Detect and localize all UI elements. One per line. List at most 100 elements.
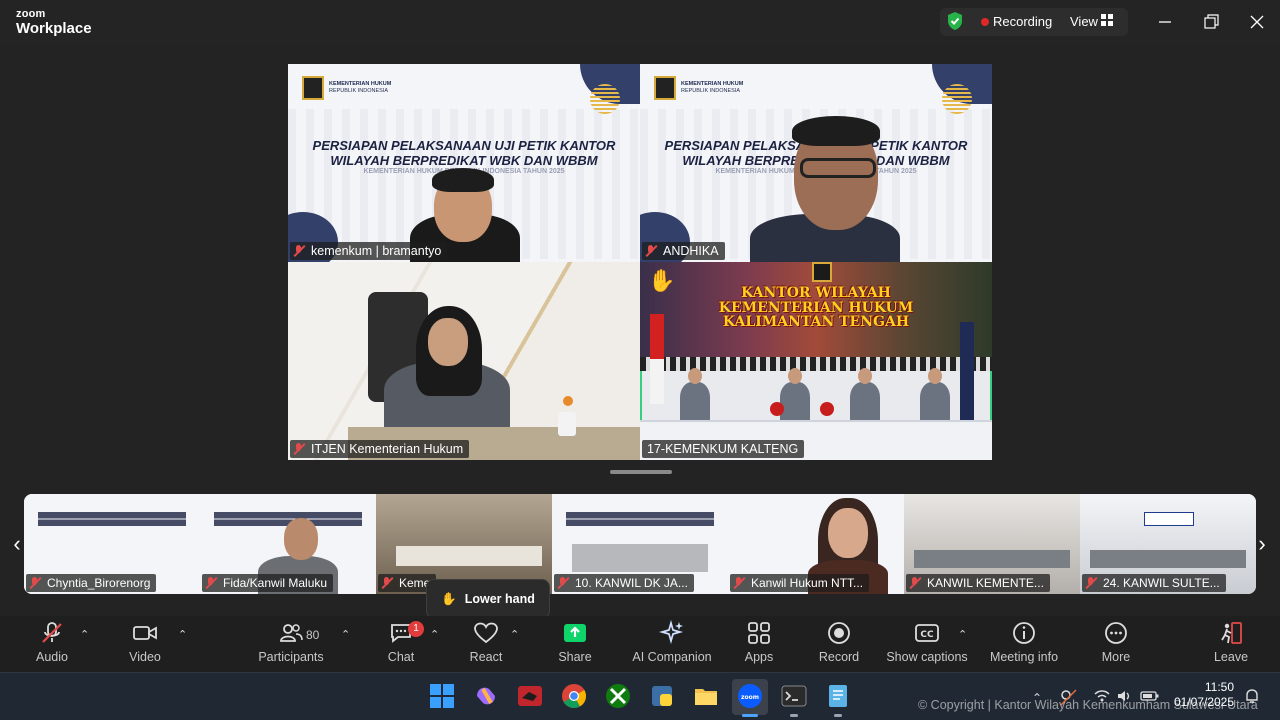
chrome-icon[interactable]: [561, 683, 587, 709]
video-label: Video: [129, 650, 161, 664]
strip-next-arrow-icon[interactable]: ›: [1255, 529, 1269, 559]
game-app-icon[interactable]: [517, 683, 543, 709]
zoom-active-indicator: [742, 714, 758, 717]
strip-tile[interactable]: 24. KANWIL SULTE...: [1080, 494, 1256, 594]
recording-status[interactable]: Recording: [993, 14, 1052, 29]
ai-sparkle-icon: [659, 620, 684, 645]
terminal-icon[interactable]: [781, 683, 807, 709]
participant-name: kemenkum | bramantyo: [311, 244, 442, 258]
close-icon[interactable]: [1247, 12, 1267, 32]
windows-taskbar: zoom ⌃: [0, 672, 1280, 720]
strip-tile[interactable]: Chyntia_Birorenorg: [24, 494, 200, 594]
muted-mic-icon: [557, 576, 569, 590]
file-explorer-icon[interactable]: [693, 683, 719, 709]
python-icon[interactable]: [649, 683, 675, 709]
zoom-logo: zoom Workplace: [16, 9, 92, 37]
video-tile[interactable]: KEMENTERIAN HUKUM REPUBLIK INDONESIA PERS…: [640, 64, 992, 262]
strip-tile[interactable]: Kanwil Hukum NTT...: [728, 494, 904, 594]
notepad-icon[interactable]: [825, 683, 851, 709]
show-captions-button[interactable]: CC Show captions: [882, 620, 972, 664]
xbox-icon[interactable]: [605, 683, 631, 709]
strip-tile[interactable]: Fida/Kanwil Maluku: [200, 494, 376, 594]
react-options-caret-icon[interactable]: ⌃: [510, 628, 519, 641]
participant-name-label: 24. KANWIL SULTE...: [1082, 574, 1226, 592]
react-label: React: [469, 650, 503, 664]
video-tile[interactable]: KEMENTERIAN HUKUM REPUBLIK INDONESIA PERS…: [288, 64, 640, 262]
participant-name: Chyntia_Birorenorg: [47, 576, 151, 590]
active-speaker-tile[interactable]: KANTOR WILAYAH KEMENTERIAN HUKUM KALIMAN…: [640, 262, 992, 460]
record-button[interactable]: Record: [794, 620, 884, 664]
resize-drag-handle[interactable]: [610, 470, 672, 474]
encryption-shield-icon[interactable]: [946, 11, 964, 31]
video-button[interactable]: Video: [100, 620, 190, 664]
more-ellipsis-icon: [1105, 622, 1127, 644]
restore-icon[interactable]: [1201, 12, 1221, 32]
ministry-logo: KEMENTERIAN HUKUM REPUBLIK INDONESIA: [654, 76, 743, 100]
video-stage: KEMENTERIAN HUKUM REPUBLIK INDONESIA PERS…: [0, 44, 1280, 624]
windows-start-icon[interactable]: [429, 683, 455, 709]
grid-view-icon[interactable]: [1101, 14, 1113, 26]
chat-label: Chat: [387, 650, 415, 664]
slide-title: PERSIAPAN PELAKSANAAN UJI PETIK KANTOR W…: [288, 138, 640, 169]
slide-ministry-line2: REPUBLIK INDONESIA: [681, 88, 740, 94]
chat-button[interactable]: 1 Chat: [356, 620, 446, 664]
copilot-icon[interactable]: [473, 683, 499, 709]
participants-icon: [280, 624, 303, 642]
strip-tile[interactable]: KANWIL KEMENTE...: [904, 494, 1080, 594]
video-tile[interactable]: ITJEN Kementerian Hukum: [288, 262, 640, 460]
ministry-logo: KEMENTERIAN HUKUM REPUBLIK INDONESIA: [302, 76, 391, 100]
banner-text: KANTOR WILAYAH KEMENTERIAN HUKUM KALIMAN…: [640, 286, 992, 330]
share-button[interactable]: Share: [530, 620, 620, 664]
svg-text:zoom: zoom: [741, 694, 759, 701]
minimize-icon[interactable]: [1155, 12, 1175, 32]
chat-options-caret-icon[interactable]: ⌃: [430, 628, 439, 641]
video-options-caret-icon[interactable]: ⌃: [178, 628, 187, 641]
captions-cc-icon: CC: [915, 624, 939, 642]
lower-hand-button[interactable]: ✋ Lower hand: [426, 579, 550, 619]
view-button[interactable]: View: [1070, 14, 1098, 29]
participant-name-label: Kanwil Hukum NTT...: [730, 574, 870, 592]
banner-line2: KEMENTERIAN HUKUM: [718, 299, 914, 316]
more-label: More: [1101, 650, 1131, 664]
raised-hand-icon: ✋: [648, 268, 676, 293]
participant-strip: Chyntia_Birorenorg Fida/Kanwil Maluku Ke…: [24, 494, 1256, 594]
participants-button[interactable]: 80 Participants: [246, 620, 336, 664]
mic-muted-icon: [42, 622, 62, 643]
share-screen-icon: [564, 624, 586, 642]
participant-name: ITJEN Kementerian Hukum: [311, 442, 464, 456]
more-button[interactable]: More: [1071, 620, 1161, 664]
participant-name: Kanwil Hukum NTT...: [751, 576, 864, 590]
muted-mic-icon: [909, 576, 921, 590]
participant-name-label: ITJEN Kementerian Hukum: [290, 440, 470, 458]
participant-name-label: Fida/Kanwil Maluku: [202, 574, 334, 592]
leave-button[interactable]: Leave: [1186, 620, 1276, 664]
muted-mic-icon: [293, 442, 305, 456]
flag-red-white: [650, 314, 664, 404]
leave-label: Leave: [1213, 650, 1249, 664]
clock-time: 11:50: [1204, 680, 1234, 694]
audio-options-caret-icon[interactable]: ⌃: [80, 628, 89, 641]
muted-mic-icon: [733, 576, 745, 590]
strip-prev-arrow-icon[interactable]: ‹: [10, 529, 24, 559]
chat-unread-badge: 1: [408, 621, 424, 637]
show-captions-label: Show captions: [886, 650, 968, 664]
audio-button[interactable]: Audio: [7, 620, 97, 664]
strip-tile[interactable]: 10. KANWIL DK JA...: [552, 494, 728, 594]
meeting-controls-toolbar: Audio ⌃ Video ⌃ 80 Participants ⌃ 1 Chat…: [0, 616, 1280, 672]
flag-navy: [960, 322, 974, 422]
slide-title-line1: PERSIAPAN PELAKSANAAN UJI PETIK KANTOR: [312, 138, 616, 153]
meeting-info-button[interactable]: Meeting info: [979, 620, 1069, 664]
participants-options-caret-icon[interactable]: ⌃: [341, 628, 350, 641]
zoom-meeting-window: zoom Workplace Recording View KEMENTERIA…: [0, 0, 1280, 720]
share-label: Share: [558, 650, 592, 664]
captions-options-caret-icon[interactable]: ⌃: [958, 628, 967, 641]
participant-name-label: kemenkum | bramantyo: [290, 242, 448, 260]
ai-companion-button[interactable]: AI Companion: [627, 620, 717, 664]
zoom-app-icon: zoom: [738, 684, 762, 708]
participant-name: ANDHIKA: [663, 244, 719, 258]
leave-door-icon: [1221, 622, 1242, 644]
react-button[interactable]: React: [441, 620, 531, 664]
title-bar: zoom Workplace Recording View: [0, 0, 1280, 44]
apps-button[interactable]: Apps: [714, 620, 804, 664]
copyright-watermark: © Copyright | Kantor Wilayah Kemenkumham…: [918, 698, 1258, 712]
